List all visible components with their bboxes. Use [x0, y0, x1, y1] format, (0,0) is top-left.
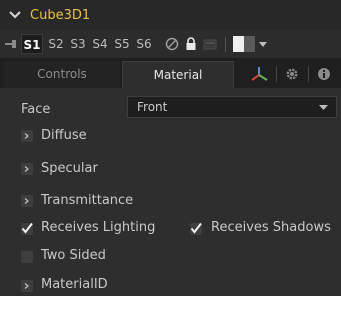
receives-lighting-checkbox[interactable]: [21, 222, 33, 235]
gear-icon[interactable]: [285, 67, 299, 81]
tab-divider: [276, 66, 277, 82]
divider: [225, 37, 226, 52]
node-header[interactable]: Cube3D1: [0, 0, 341, 30]
transmittance-label[interactable]: Transmittance: [41, 193, 133, 208]
version-slots-bar: S1 S2 S3 S4 S5 S6: [0, 30, 341, 58]
materialid-expander[interactable]: [21, 280, 33, 292]
slot-2[interactable]: S2: [45, 34, 67, 54]
lock-icon[interactable]: [185, 37, 197, 51]
face-label: Face: [21, 102, 51, 117]
tab-material[interactable]: Material: [122, 61, 234, 88]
materialid-label[interactable]: MaterialID: [41, 277, 108, 292]
material-tab-content: [0, 88, 341, 296]
info-icon[interactable]: [317, 67, 331, 81]
diffuse-label[interactable]: Diffuse: [41, 128, 87, 143]
pin-icon[interactable]: [4, 38, 18, 50]
slot-1[interactable]: S1: [21, 34, 43, 54]
face-select[interactable]: Front: [127, 96, 337, 118]
receives-shadows-label[interactable]: Receives Shadows: [211, 220, 331, 235]
receives-lighting-label[interactable]: Receives Lighting: [41, 220, 155, 235]
face-select-value: Front: [137, 100, 168, 114]
two-sided-checkbox[interactable]: [21, 251, 33, 263]
two-sided-label[interactable]: Two Sided: [41, 248, 106, 263]
cache-icon[interactable]: [203, 37, 217, 51]
transmittance-expander[interactable]: [21, 195, 33, 207]
chevron-right-icon: [24, 198, 29, 204]
specular-label[interactable]: Specular: [41, 161, 98, 176]
chevron-right-icon: [24, 283, 29, 289]
specular-expander[interactable]: [21, 163, 33, 175]
slot-6[interactable]: S6: [133, 34, 155, 54]
tab-controls[interactable]: Controls: [4, 61, 120, 88]
diffuse-expander[interactable]: [21, 130, 33, 142]
checkmark-icon: [190, 222, 202, 234]
inspector-tabs: Controls Material: [0, 58, 341, 88]
chevron-right-icon: [24, 166, 29, 172]
swatch-dropdown-caret-icon[interactable]: [259, 42, 267, 48]
chevron-right-icon: [24, 133, 29, 139]
receives-shadows-checkbox[interactable]: [190, 222, 202, 235]
checkmark-icon: [21, 222, 33, 234]
chevron-down-icon[interactable]: [8, 8, 22, 22]
inspector-panel: Cube3D1 S1 S2 S3 S4 S5 S6 Controls Mater…: [0, 0, 341, 296]
node-title: Cube3D1: [30, 8, 91, 23]
disable-icon[interactable]: [165, 37, 179, 51]
color-swatch-icon[interactable]: [233, 36, 255, 52]
tab-divider: [308, 66, 309, 82]
transform-axis-icon[interactable]: [250, 66, 268, 82]
chevron-down-icon: [319, 105, 328, 110]
slot-5[interactable]: S5: [111, 34, 133, 54]
slot-3[interactable]: S3: [67, 34, 89, 54]
slot-4[interactable]: S4: [89, 34, 111, 54]
